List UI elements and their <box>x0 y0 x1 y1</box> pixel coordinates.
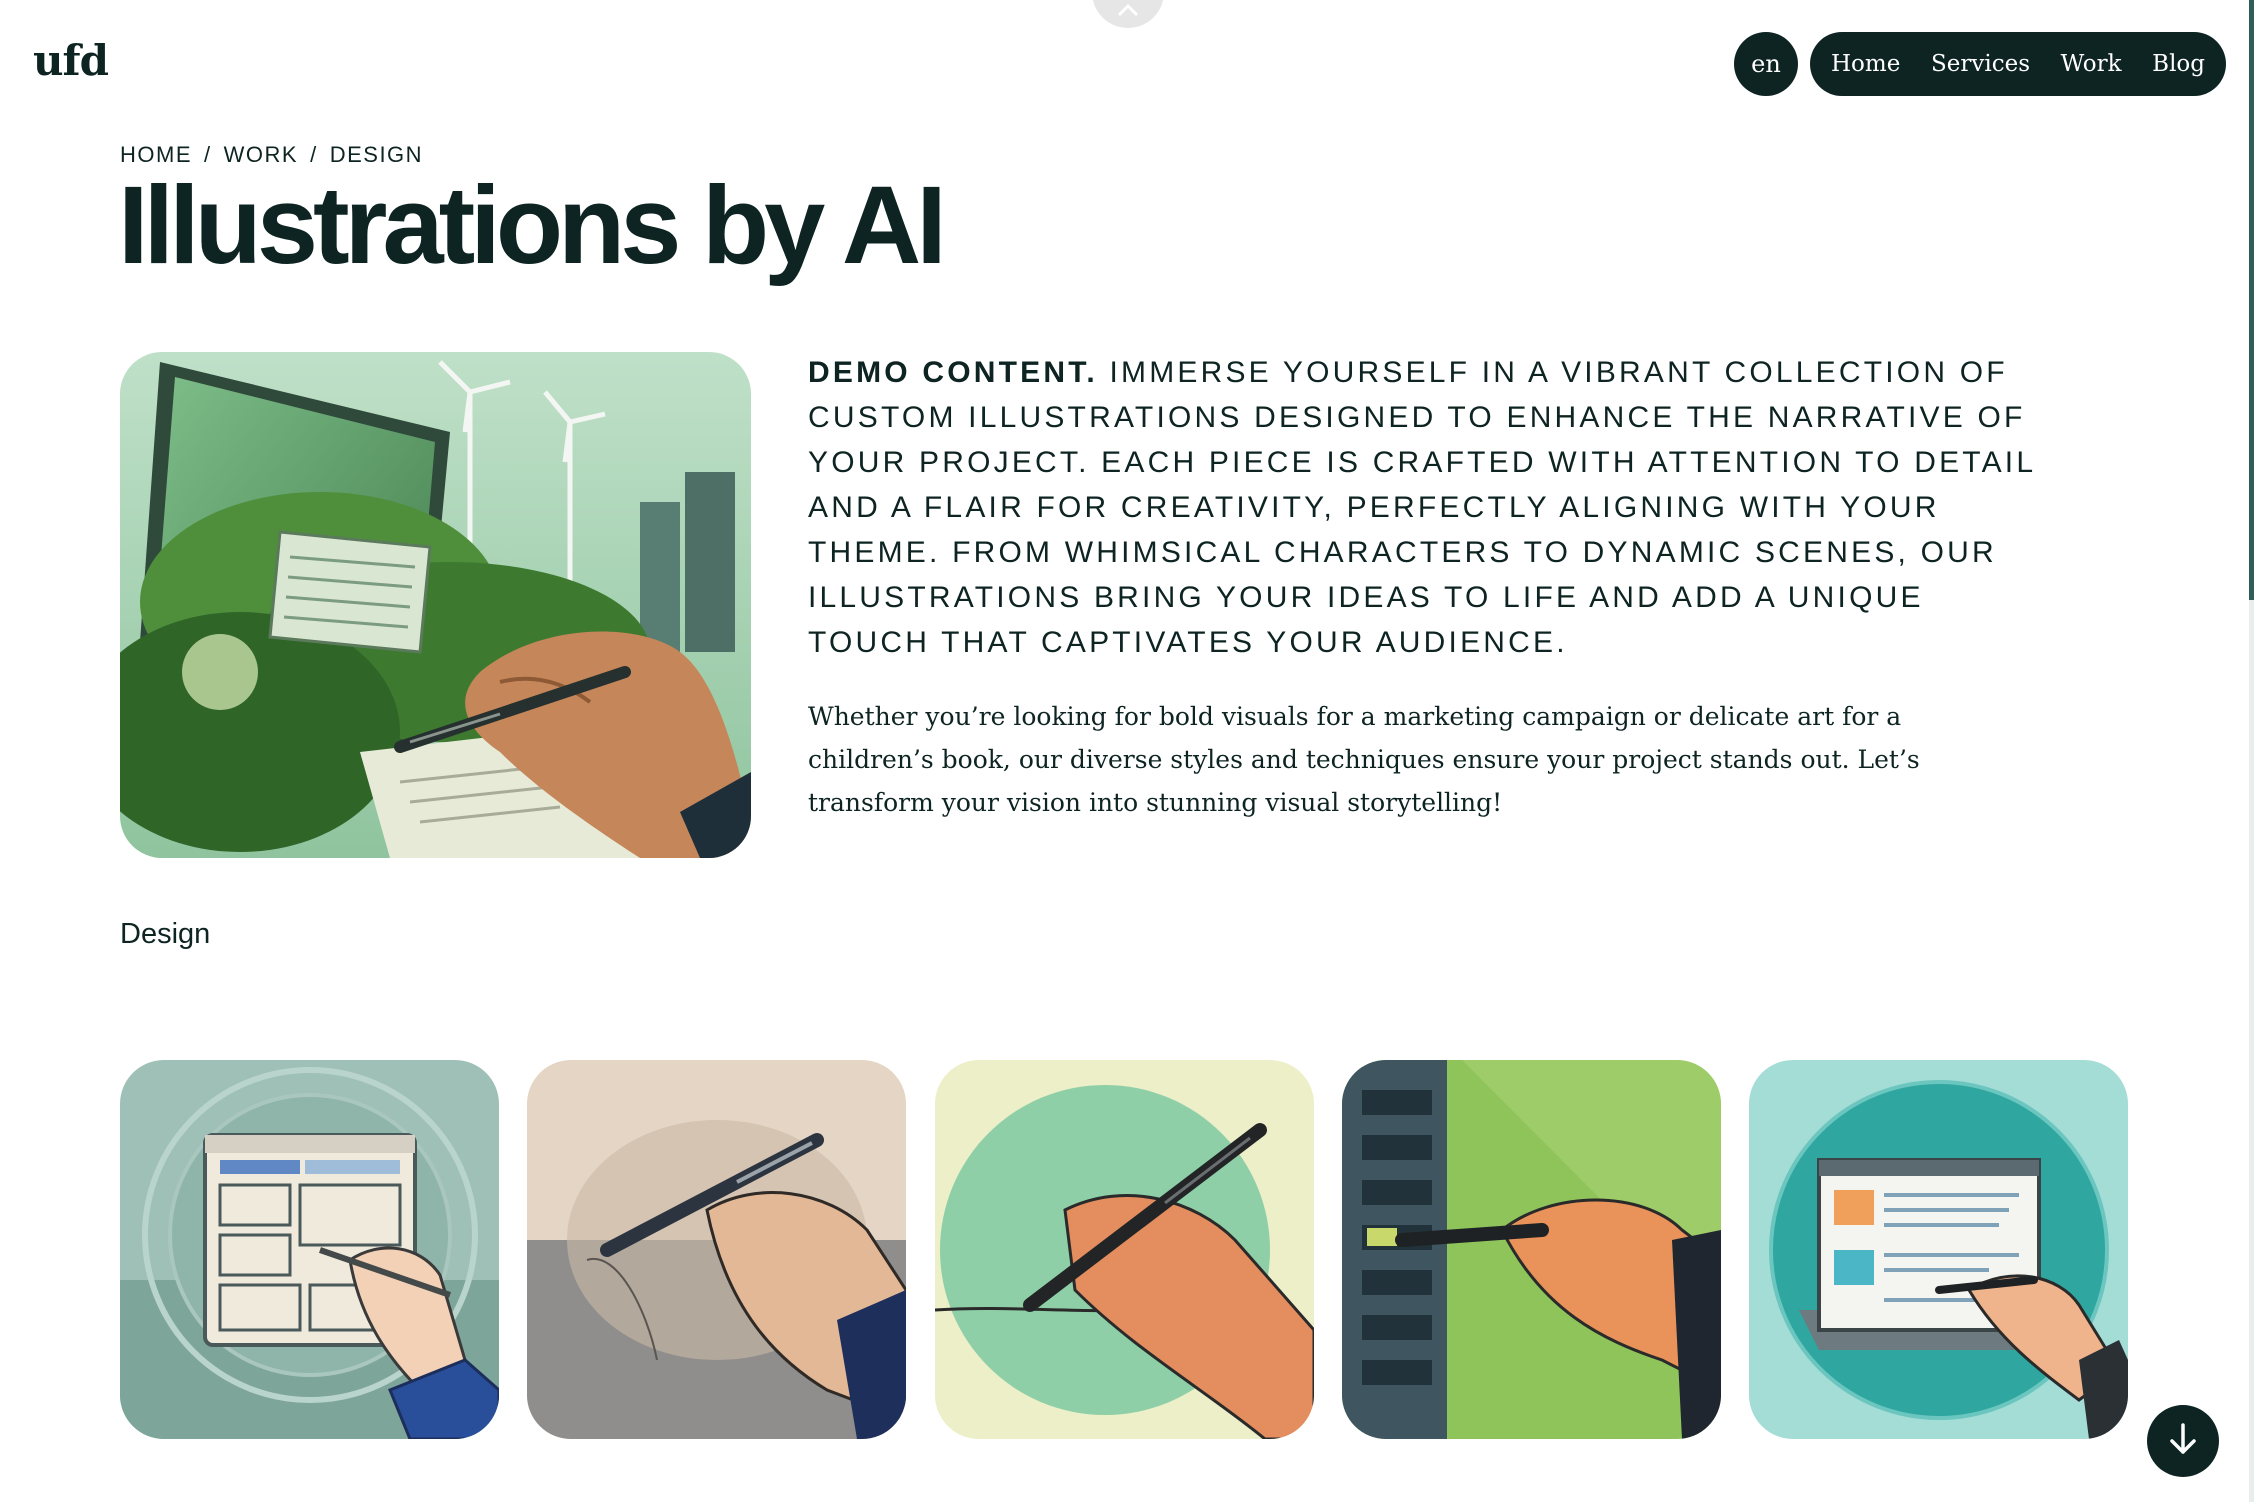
lead-emphasis: DEMO CONTENT. <box>808 356 1098 389</box>
pen-hand-halftone-illustration <box>527 1060 906 1439</box>
category-tag[interactable]: Design <box>120 918 210 951</box>
site-logo[interactable]: ufd <box>33 40 109 82</box>
page: ufd en Home Services Work Blog HOME / WORK… <box>0 0 2254 1502</box>
scroll-down-button[interactable] <box>2147 1405 2219 1477</box>
webpage-hand-teal-illustration <box>1749 1060 2128 1439</box>
pen-hand-green-circle-illustration <box>935 1060 1314 1439</box>
gallery-item[interactable] <box>527 1060 906 1439</box>
gallery-item[interactable] <box>1749 1060 2128 1439</box>
arrow-down-icon <box>2168 1422 2198 1461</box>
gallery-item[interactable] <box>120 1060 499 1439</box>
page-title: Illustrations by AI <box>118 164 947 287</box>
intro-body: Whether you’re looking for bold visuals … <box>808 702 1920 817</box>
gallery-item[interactable] <box>935 1060 1314 1439</box>
intro-lead: DEMO CONTENT. IMMERSE YOURSELF IN A VIBR… <box>808 350 2038 665</box>
nav-home[interactable]: Home <box>1831 51 1900 77</box>
lead-text: IMMERSE YOURSELF IN A VIBRANT COLLECTION… <box>808 356 2036 659</box>
nav-blog[interactable]: Blog <box>2152 51 2205 77</box>
wireframe-hand-illustration <box>120 1060 499 1439</box>
scrollbar[interactable] <box>2249 0 2254 1502</box>
nav-services[interactable]: Services <box>1931 51 2030 77</box>
server-rack-hand-illustration <box>1342 1060 1721 1439</box>
main-nav: Home Services Work Blog <box>1810 32 2226 96</box>
nav-work[interactable]: Work <box>2061 51 2122 77</box>
hero-illustration <box>120 352 751 858</box>
gallery-item[interactable] <box>1342 1060 1721 1439</box>
chevron-up-icon <box>1117 0 1139 24</box>
top-toggle-button[interactable] <box>1092 0 1164 28</box>
scrollbar-thumb[interactable] <box>2249 0 2254 600</box>
language-switcher[interactable]: en <box>1734 32 1798 96</box>
